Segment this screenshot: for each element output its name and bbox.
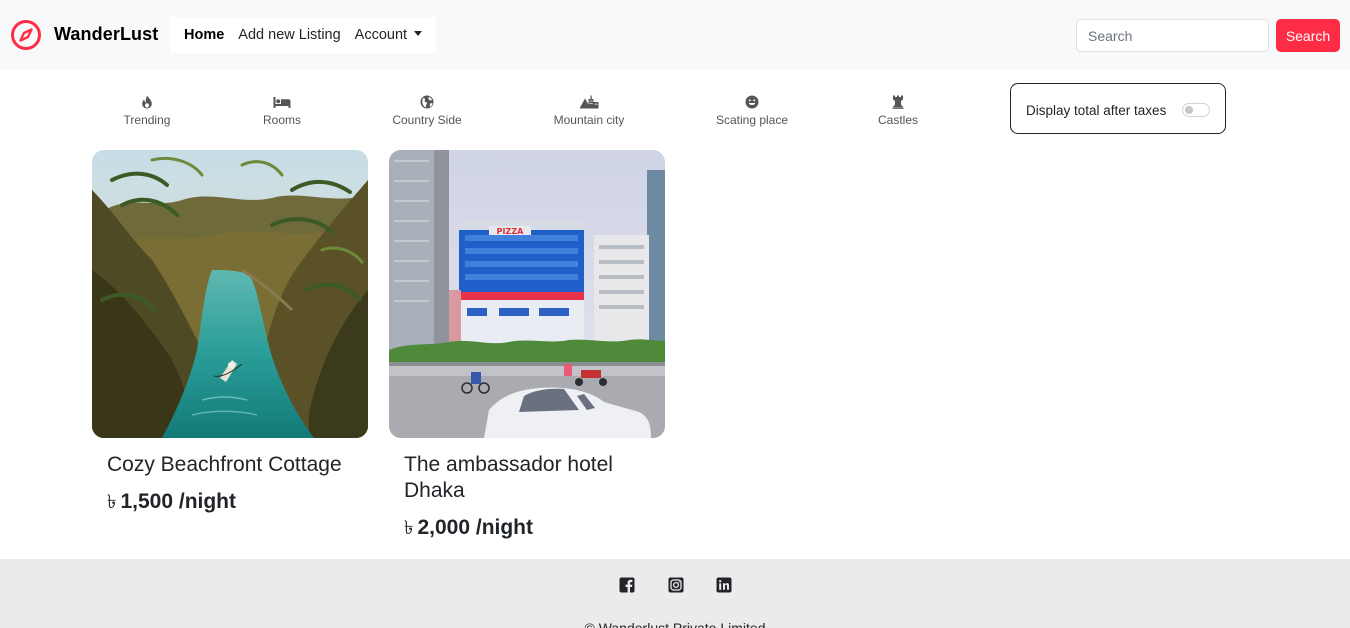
tax-toggle-switch[interactable] xyxy=(1182,103,1210,117)
filter-label: Castles xyxy=(877,113,918,127)
nav-account-label: Account xyxy=(354,27,408,43)
tax-toggle-label: Display total after taxes xyxy=(1026,103,1167,118)
listing-price: ৳ 1,500 /night xyxy=(107,488,236,520)
filter-label: Country Side xyxy=(392,113,462,127)
brand-name[interactable]: WanderLust xyxy=(54,24,158,45)
filter-label: Trending xyxy=(123,113,171,127)
filter-mountain-city[interactable]: Mountain city xyxy=(529,95,649,127)
filter-label: Rooms xyxy=(262,113,301,127)
compass-icon[interactable] xyxy=(10,19,42,51)
mountain-city-icon xyxy=(579,95,599,109)
nav-link-home[interactable]: Home xyxy=(177,27,231,43)
linkedin-icon[interactable] xyxy=(716,577,732,593)
listing-card[interactable]: Cozy Beachfront Cottage ৳ 1,500 /night xyxy=(92,150,368,513)
svg-text:PIZZA: PIZZA xyxy=(497,227,524,236)
navbar: WanderLust Home Add new Listing Account … xyxy=(0,0,1350,70)
filter-label: Mountain city xyxy=(553,113,625,127)
caret-down-icon xyxy=(414,30,423,36)
listing-image-tropical-river[interactable] xyxy=(92,150,368,438)
filter-label: Scating place xyxy=(715,113,789,127)
nav-dropdown-account[interactable]: Account xyxy=(348,27,429,43)
smile-icon xyxy=(745,95,759,109)
fire-icon xyxy=(142,95,152,109)
price-value: 1,500 /night xyxy=(120,490,236,513)
filter-rooms[interactable]: Rooms xyxy=(222,95,342,127)
switch-knob xyxy=(1185,106,1193,114)
listing-price: ৳ 2,000 /night xyxy=(404,514,533,546)
footer: © Wanderlust Private Limited xyxy=(0,559,1350,628)
filter-country-side[interactable]: Country Side xyxy=(367,95,487,127)
filter-scating-place[interactable]: Scating place xyxy=(692,95,812,127)
listing-title[interactable]: Cozy Beachfront Cottage xyxy=(107,452,357,478)
globe-icon xyxy=(420,95,434,109)
tax-toggle-box: Display total after taxes xyxy=(1010,83,1226,134)
filter-castles[interactable]: Castles xyxy=(838,95,958,127)
currency-symbol: ৳ xyxy=(107,492,117,513)
search-input[interactable] xyxy=(1076,19,1269,52)
listing-image-hotel-street[interactable]: PIZZA xyxy=(389,150,665,438)
price-value: 2,000 /night xyxy=(417,516,533,539)
filter-trending[interactable]: Trending xyxy=(87,95,207,127)
bed-icon xyxy=(273,97,291,108)
nav-link-add-listing[interactable]: Add new Listing xyxy=(231,27,347,43)
nav-links: Home Add new Listing Account xyxy=(170,17,437,53)
instagram-icon[interactable] xyxy=(668,577,684,593)
listing-card[interactable]: PIZZA The ambassador hotel Dhaka ৳ 2,000… xyxy=(389,150,665,539)
currency-symbol: ৳ xyxy=(404,518,414,539)
listing-title[interactable]: The ambassador hotel Dhaka xyxy=(404,452,654,504)
facebook-icon[interactable] xyxy=(619,577,635,593)
copyright-text: © Wanderlust Private Limited xyxy=(584,620,766,628)
search-button[interactable]: Search xyxy=(1276,19,1340,52)
chess-rook-icon xyxy=(892,95,904,109)
